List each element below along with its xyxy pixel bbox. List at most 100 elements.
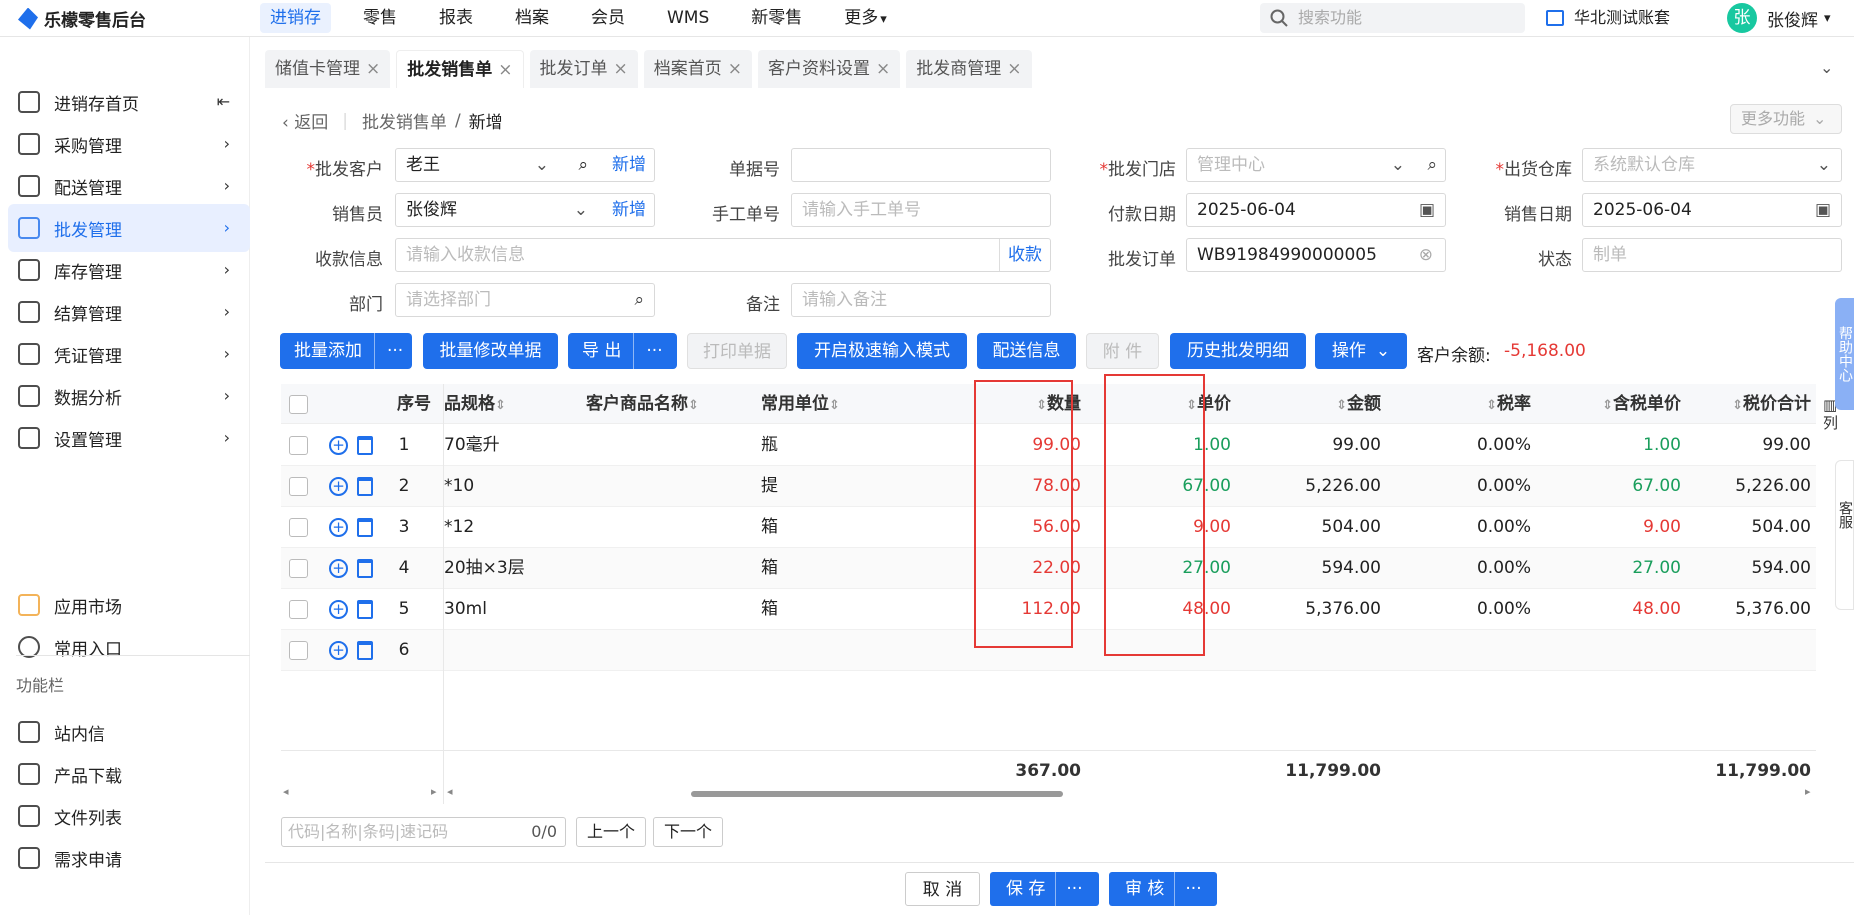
tab-wholesale-sales[interactable]: 批发销售单 × — [396, 50, 524, 88]
receipt-info-field[interactable]: 请输入收款信息 收款 — [395, 238, 1051, 272]
close-icon[interactable]: × — [614, 59, 628, 79]
scroll-left-icon[interactable]: ◂ — [283, 785, 289, 798]
pay-date-field[interactable]: 2025-06-04 ▣ — [1186, 193, 1446, 227]
horizontal-scrollbar[interactable]: ◂ ▸ ◂ ▸ — [281, 785, 1816, 799]
cell-tax-price[interactable]: 67.00 — [1531, 466, 1681, 506]
search-icon[interactable]: ⌕ — [634, 284, 644, 316]
cell-tax-rate[interactable]: 0.00% — [1431, 548, 1531, 588]
topnav-item-more[interactable]: 更多 ▾ — [834, 0, 897, 36]
close-icon[interactable]: × — [498, 60, 512, 80]
delete-row-icon[interactable] — [357, 600, 373, 619]
salesman-select[interactable]: 张俊辉 ⌄ 新增 — [395, 193, 655, 227]
cell-unit[interactable]: 瓶 — [761, 425, 778, 465]
batch-edit-button[interactable]: 批量修改单据 — [423, 333, 558, 369]
search-icon[interactable]: ⌕ — [1427, 149, 1437, 181]
tab-archive-home[interactable]: 档案首页 × — [643, 50, 752, 88]
attachment-button[interactable]: 附 件 — [1086, 333, 1159, 369]
row-checkbox[interactable] — [289, 559, 308, 578]
close-icon[interactable]: × — [366, 59, 380, 79]
cell-spec[interactable]: *10 — [444, 466, 574, 506]
more-functions-button[interactable]: 更多功能 ⌄ — [1730, 104, 1842, 134]
cancel-button[interactable]: 取 消 — [905, 872, 980, 906]
sidebar-item-home[interactable]: 进销存首页 ⇤ — [8, 78, 250, 126]
sidebar-item-purchase[interactable]: 采购管理 › — [8, 120, 250, 168]
cell-tax-rate[interactable]: 0.00% — [1431, 466, 1531, 506]
sort-icon[interactable]: ⇕ — [1486, 398, 1497, 413]
add-row-icon[interactable]: + — [329, 518, 348, 537]
delete-row-icon[interactable] — [357, 641, 373, 660]
add-row-icon[interactable]: + — [329, 436, 348, 455]
sidebar-item-inbox[interactable]: 站内信 — [8, 708, 250, 756]
topnav-item-retail[interactable]: 零售 — [353, 0, 407, 36]
cell-unit[interactable]: 箱 — [761, 589, 778, 629]
sort-icon[interactable]: ⇕ — [495, 398, 506, 413]
more-icon[interactable]: ··· — [1055, 872, 1083, 906]
topnav-item-jxc[interactable]: 进销存 — [260, 3, 331, 33]
next-match-button[interactable]: 下一个 — [653, 817, 724, 847]
back-link[interactable]: ‹ 返回 — [282, 108, 328, 133]
wholesale-order-field[interactable]: WB91984990000005 ⊗ — [1186, 238, 1446, 272]
collapse-icon[interactable]: ⇤ — [217, 92, 230, 111]
sidebar-item-settlement[interactable]: 结算管理 › — [8, 288, 250, 336]
tabs-more-icon[interactable]: ⌄ — [1820, 58, 1833, 77]
row-checkbox[interactable] — [289, 518, 308, 537]
cell-tax-price[interactable]: 9.00 — [1531, 507, 1681, 547]
scroll-left-icon[interactable]: ◂ — [447, 785, 453, 798]
add-row-icon[interactable]: + — [329, 600, 348, 619]
delete-row-icon[interactable] — [357, 518, 373, 537]
topnav-item-report[interactable]: 报表 — [429, 0, 483, 36]
cell-spec[interactable]: 30ml — [444, 589, 574, 629]
header-tax-price[interactable]: ⇕含税单价 — [1531, 384, 1681, 426]
delete-row-icon[interactable] — [357, 436, 373, 455]
search-icon[interactable]: ⌕ — [578, 149, 588, 181]
cell-tax-rate[interactable]: 0.00% — [1431, 589, 1531, 629]
tab-wholesale-order[interactable]: 批发订单 × — [529, 50, 638, 88]
header-unit[interactable]: 常用单位⇕ — [761, 384, 840, 426]
sale-date-field[interactable]: 2025-06-04 ▣ — [1582, 193, 1842, 227]
add-salesman-link[interactable]: 新增 — [612, 194, 646, 226]
close-icon[interactable]: × — [728, 59, 742, 79]
header-customer-name[interactable]: 客户商品名称⇕ — [586, 384, 699, 426]
sidebar-item-request[interactable]: 需求申请 — [8, 834, 250, 882]
sort-icon[interactable]: ⇕ — [829, 398, 840, 413]
calendar-icon[interactable]: ▣ — [1815, 194, 1831, 226]
app-logo[interactable]: 乐檬零售后台 — [18, 6, 146, 31]
more-icon[interactable]: ··· — [374, 333, 403, 369]
scroll-right-icon[interactable]: ▸ — [431, 785, 437, 798]
sidebar-item-settings[interactable]: 设置管理 › — [8, 414, 250, 462]
delete-row-icon[interactable] — [357, 559, 373, 578]
account-switcher[interactable]: 华北测试账套 — [1546, 0, 1670, 36]
topnav-item-new-retail[interactable]: 新零售 — [741, 0, 812, 36]
cell-tax-price[interactable]: 48.00 — [1531, 589, 1681, 629]
cell-unit[interactable]: 提 — [761, 466, 778, 506]
add-row-icon[interactable]: + — [329, 559, 348, 578]
sort-icon[interactable]: ⇕ — [1732, 398, 1743, 413]
prev-match-button[interactable]: 上一个 — [576, 817, 647, 847]
tab-stored-card[interactable]: 储值卡管理 × — [265, 50, 391, 88]
topnav-item-wms[interactable]: WMS — [657, 0, 719, 36]
history-button[interactable]: 历史批发明细 — [1170, 333, 1306, 369]
row-checkbox[interactable] — [289, 477, 308, 496]
sidebar-item-inventory[interactable]: 库存管理 › — [8, 246, 250, 294]
tab-wholesaler[interactable]: 批发商管理 × — [906, 50, 1032, 88]
export-button[interactable]: 导 出 ··· — [568, 333, 677, 369]
delivery-info-button[interactable]: 配送信息 — [977, 333, 1076, 369]
sidebar-item-wholesale[interactable]: 批发管理 › — [8, 204, 250, 252]
manual-no-field[interactable]: 请输入手工单号 — [791, 193, 1051, 227]
department-select[interactable]: 请选择部门 ⌕ — [395, 283, 655, 317]
audit-button[interactable]: 审 核 ··· — [1109, 872, 1217, 906]
sidebar-item-favorites[interactable]: 常用入口 — [8, 623, 250, 671]
customer-service-tab[interactable]: 客服 — [1835, 460, 1854, 610]
cell-tax-price[interactable]: 27.00 — [1531, 548, 1681, 588]
sidebar-item-voucher[interactable]: 凭证管理 › — [8, 330, 250, 378]
topnav-item-archive[interactable]: 档案 — [505, 0, 559, 36]
more-icon[interactable]: ··· — [633, 333, 663, 369]
order-no-field[interactable] — [791, 148, 1051, 182]
sort-icon[interactable]: ⇕ — [688, 398, 699, 413]
sidebar-item-analytics[interactable]: 数据分析 › — [8, 372, 250, 420]
sidebar-item-download[interactable]: 产品下载 — [8, 750, 250, 798]
sort-icon[interactable]: ⇕ — [1602, 398, 1613, 413]
delete-row-icon[interactable] — [357, 477, 373, 496]
user-menu[interactable]: 张张俊辉 ▾ — [1727, 3, 1831, 33]
close-icon[interactable]: × — [1007, 59, 1021, 79]
